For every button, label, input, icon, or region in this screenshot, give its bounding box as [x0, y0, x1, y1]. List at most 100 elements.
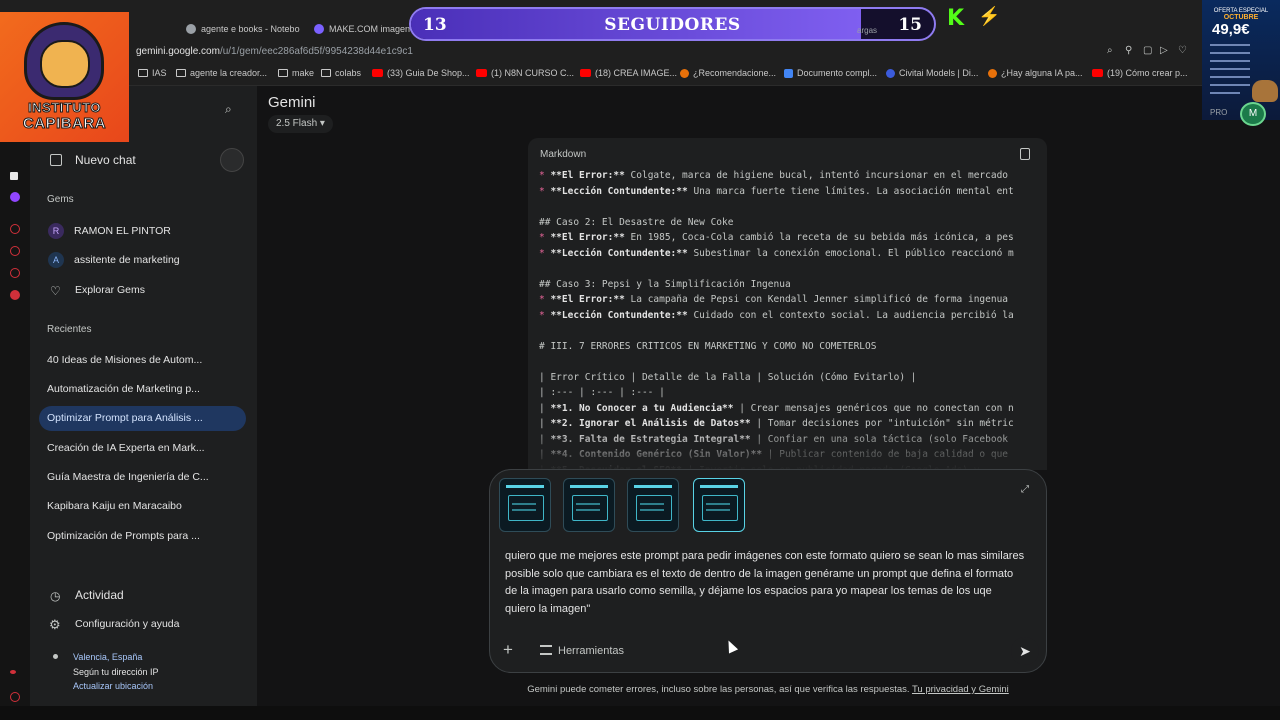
bookmark-item[interactable]: (33) Guia De Shop...	[372, 68, 470, 78]
history-icon: ◷	[50, 589, 61, 603]
sidebar-toggle-button[interactable]	[220, 148, 244, 172]
folder-icon	[138, 69, 148, 77]
bookmark-item[interactable]: (19) Cómo crear p...	[1092, 68, 1188, 78]
twitch-icon[interactable]	[10, 192, 20, 202]
promo-feature-line	[1210, 92, 1240, 94]
account-avatar[interactable]: M	[1240, 102, 1266, 126]
model-label: 2.5 Flash	[276, 118, 318, 129]
gear-icon[interactable]	[10, 290, 20, 300]
thumbnail-panel	[572, 495, 608, 521]
new-chat-button[interactable]: Nuevo chat	[75, 153, 136, 167]
browser-tab[interactable]: agente e books - Notebo	[186, 18, 302, 40]
bookmark-item[interactable]: colabs	[321, 68, 361, 78]
window-icon[interactable]: ▢	[1143, 45, 1152, 56]
image-attachment[interactable]	[563, 478, 615, 532]
copy-icon[interactable]	[1020, 148, 1030, 160]
code-bold: **1. No Conocer a tu Audiencia**	[550, 402, 734, 414]
browser-tab[interactable]: MAKE.COM imagene	[314, 18, 414, 40]
privacy-link[interactable]: Tu privacidad y Gemini	[912, 684, 1009, 695]
send-button[interactable]: ➤	[1011, 637, 1039, 665]
pin-icon[interactable]: ⚲	[1125, 45, 1132, 56]
thumbnail-panel	[702, 495, 738, 521]
app-icon[interactable]	[10, 172, 18, 180]
code-line: * **El Error:** En 1985, Coca-Cola cambi…	[539, 232, 1047, 243]
url-text[interactable]: gemini.google.com/u/1/gem/eec286af6d5f/9…	[136, 46, 413, 57]
heart-icon[interactable]: ♡	[1178, 45, 1187, 56]
expand-icon[interactable]: ⤢	[1021, 484, 1029, 495]
bookmark-label: IAS	[152, 68, 167, 78]
folder-icon	[278, 69, 288, 77]
code-line: * **El Error:** La campaña de Pepsi con …	[539, 294, 1047, 305]
logo-text-line2: CAPIBARA	[22, 115, 107, 133]
code-language-label: Markdown	[540, 149, 587, 160]
recent-chat-item[interactable]: Guía Maestra de Ingeniería de C...	[47, 471, 209, 483]
thumbnail-title	[634, 485, 672, 488]
image-attachment[interactable]	[627, 478, 679, 532]
gem-avatar: A	[48, 252, 64, 268]
settings-help-link[interactable]: Configuración y ayuda	[75, 618, 179, 630]
reddit-icon	[988, 68, 997, 78]
image-attachment[interactable]	[693, 478, 745, 532]
play-icon[interactable]: ▷	[1160, 45, 1168, 56]
address-bar[interactable]: gemini.google.com/u/1/gem/eec286af6d5f/9…	[0, 42, 1280, 62]
recent-chat-item[interactable]: 40 Ideas de Misiones de Autom...	[47, 354, 202, 366]
record-icon[interactable]	[10, 268, 20, 278]
tools-button[interactable]: Herramientas	[558, 645, 624, 657]
record-icon[interactable]	[10, 246, 20, 256]
bookmark-item[interactable]: (1) N8N CURSO C...	[476, 68, 574, 78]
civitai-icon	[886, 68, 895, 78]
code-bold: **Lección Contundente:**	[550, 247, 688, 259]
disclaimer: Gemini puede cometer errores, incluso so…	[0, 684, 1280, 695]
thumbnail-panel	[508, 495, 544, 521]
instituto-capibara-logo: INSTITUTO CAPIBARA	[0, 12, 129, 142]
recent-chat-item[interactable]: Optimización de Prompts para ...	[47, 530, 200, 542]
bookmark-item[interactable]: make	[278, 68, 314, 78]
prompt-text[interactable]: quiero que me mejores este prompt para p…	[505, 548, 1025, 618]
code-line: | **1. No Conocer a tu Audiencia** | Cre…	[539, 403, 1047, 414]
code-block: Markdown * **El Error:** Colgate, marca …	[528, 138, 1047, 470]
bookmark-item[interactable]: ¿Recomendacione...	[680, 68, 776, 78]
pro-badge: PRO	[1210, 108, 1228, 117]
code-line: * **El Error:** Colgate, marca de higien…	[539, 170, 1047, 181]
bookmark-label: (19) Cómo crear p...	[1107, 68, 1188, 78]
gem-item-marketing[interactable]: assitente de marketing	[74, 254, 180, 266]
promo-feature-line	[1210, 60, 1250, 62]
code-line: ## Caso 3: Pepsi y la Simplificación Ing…	[539, 278, 791, 290]
code-fade	[528, 428, 1047, 470]
bookmark-item[interactable]: ¿Hay alguna IA pa...	[988, 68, 1083, 78]
recent-chat-item-active[interactable]: Optimizar Prompt para Análisis ...	[47, 412, 203, 424]
search-icon[interactable]: ⌕	[225, 102, 232, 117]
bookmark-item[interactable]: (18) CREA IMAGE...	[580, 68, 677, 78]
gem-item-ramon[interactable]: RAMON EL PINTOR	[74, 225, 171, 237]
tab-favicon-icon	[314, 24, 324, 34]
prompt-input-box[interactable]: ⤢ quiero que me mejores este prompt para…	[489, 469, 1047, 673]
bookmark-item[interactable]: Documento compl...	[784, 68, 877, 78]
url-host: gemini.google.com	[136, 46, 220, 57]
recent-chat-item[interactable]: Automatización de Marketing p...	[47, 383, 200, 395]
recent-chat-item[interactable]: Creación de IA Experta en Mark...	[47, 442, 205, 454]
tools-icon	[540, 645, 552, 655]
image-attachment[interactable]	[499, 478, 551, 532]
code-line: * **Lección Contundente:** Subestimar la…	[539, 248, 1047, 259]
reddit-icon	[680, 68, 689, 78]
gear-icon: ⚙	[49, 617, 61, 632]
promo-feature-line	[1210, 52, 1250, 54]
bookmark-item[interactable]: Civitai Models | Di...	[886, 68, 978, 78]
bookmark-item[interactable]: agente la creador...	[176, 68, 267, 78]
recent-chat-item[interactable]: Kapibara Kaiju en Maracaibo	[47, 500, 182, 512]
zoom-icon[interactable]: ⌕	[1107, 45, 1113, 56]
activity-link[interactable]: Actividad	[75, 588, 124, 602]
bookmark-label: (33) Guia De Shop...	[387, 68, 470, 78]
explore-gems-link[interactable]: Explorar Gems	[75, 284, 145, 296]
docs-icon	[784, 68, 793, 78]
record-icon[interactable]	[10, 224, 20, 234]
promo-feature-line	[1210, 84, 1250, 86]
promo-banner: OFERTA ESPECIAL OCTUBRE 49,9€	[1202, 0, 1280, 120]
model-selector[interactable]: 2.5 Flash ▾	[268, 115, 333, 133]
bookmark-item[interactable]: IAS	[138, 68, 167, 78]
bullet-marker: *	[539, 247, 551, 259]
code-text: Una marca fuerte tiene límites. La asoci…	[687, 185, 1014, 197]
add-attachment-button[interactable]: +	[503, 640, 513, 660]
